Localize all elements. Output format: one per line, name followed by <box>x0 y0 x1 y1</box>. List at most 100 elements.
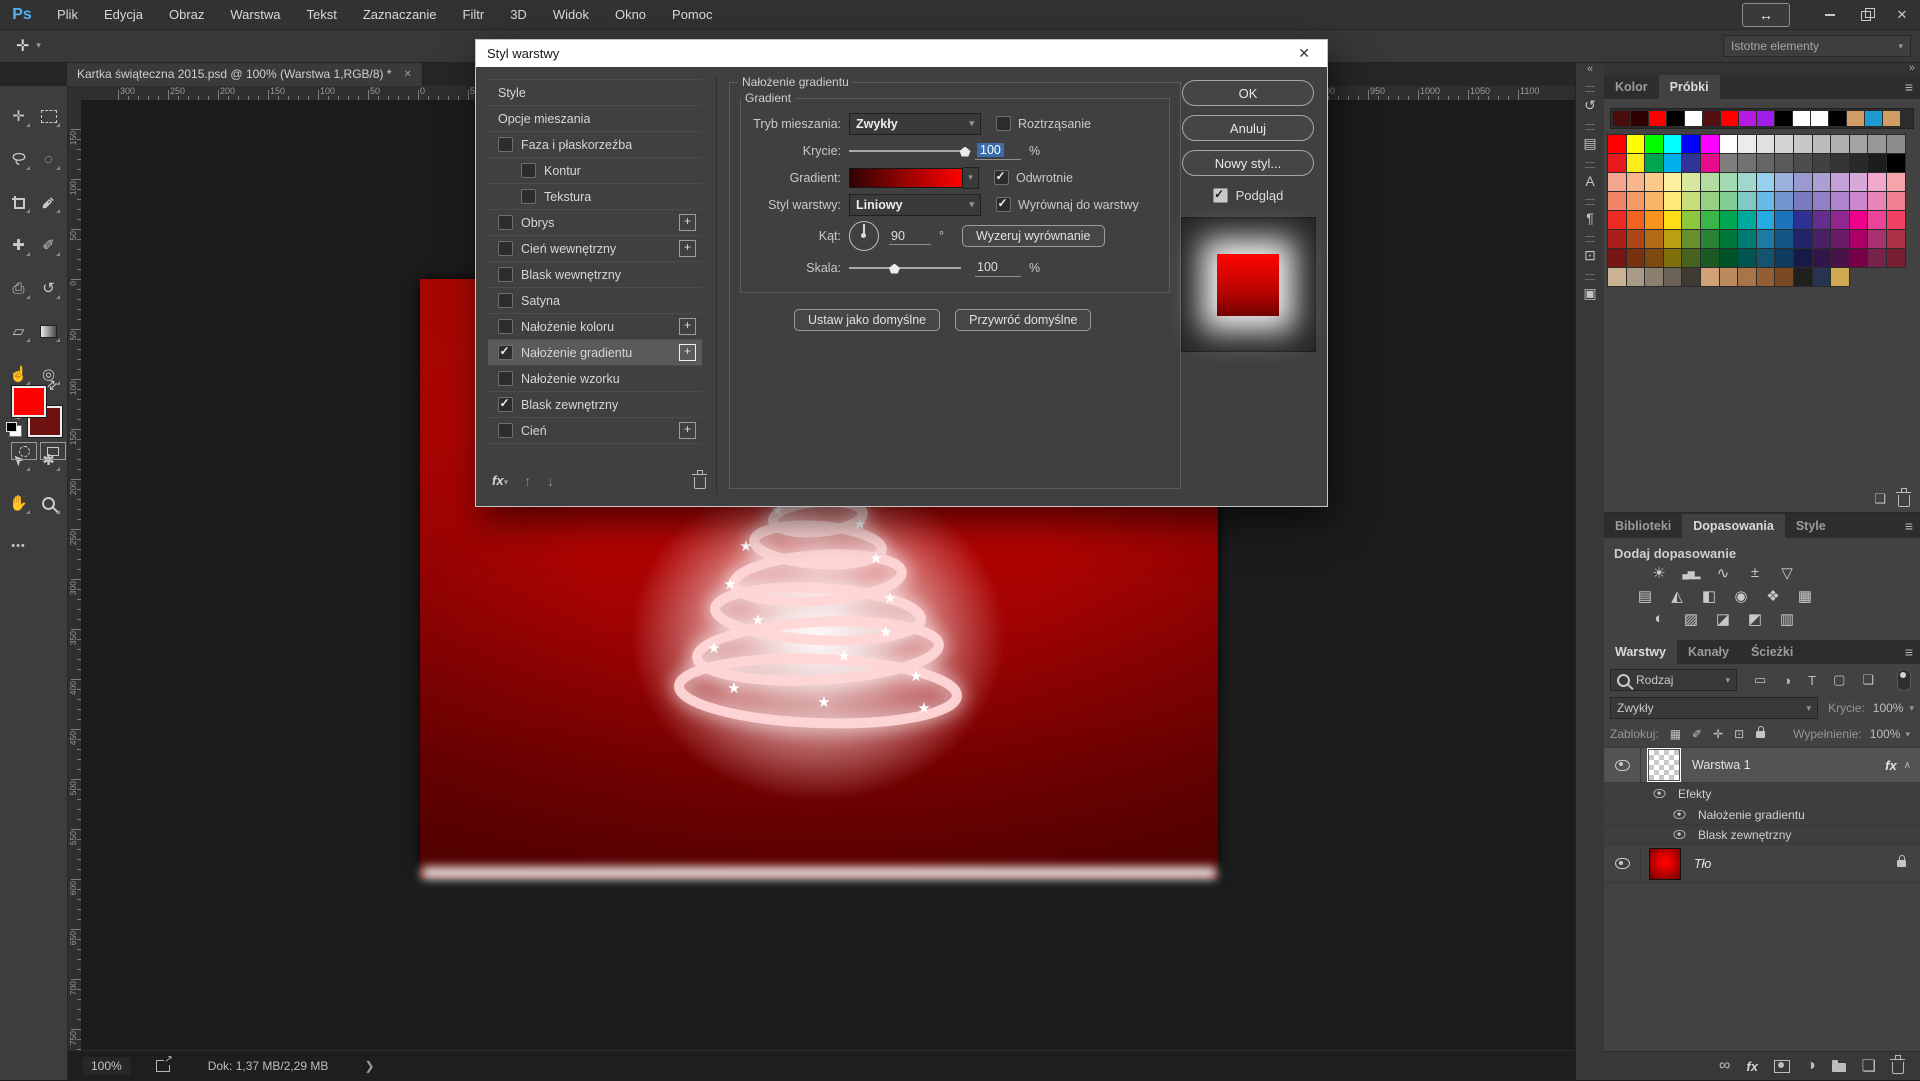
scale-field[interactable]: 100 <box>975 259 1021 277</box>
color-swatch[interactable] <box>1757 249 1775 267</box>
angle-dial[interactable] <box>849 221 879 251</box>
color-swatch[interactable] <box>1850 249 1868 267</box>
zoom-level-field[interactable]: 100% <box>83 1057 130 1075</box>
color-swatch[interactable] <box>1757 230 1775 248</box>
filter-smart-object-icon[interactable]: ❏ <box>1862 672 1874 688</box>
style-item-nalozenie-wzorku[interactable]: Nałożenie wzorku <box>488 366 702 392</box>
tab-warstwy[interactable]: Warstwy <box>1604 640 1677 664</box>
new-swatch-icon[interactable]: ❏ <box>1874 491 1886 507</box>
tab-probki[interactable]: Próbki <box>1659 75 1720 99</box>
color-swatch[interactable] <box>1608 230 1626 248</box>
style-item-faza-i-plaskorzezba[interactable]: Faza i płaskorzeźba <box>488 132 702 158</box>
color-swatch[interactable] <box>1887 249 1905 267</box>
lock-transparency-icon[interactable]: ▦ <box>1670 727 1681 741</box>
brightness-contrast-icon[interactable]: ☀ <box>1650 564 1668 582</box>
color-swatch[interactable] <box>1757 192 1775 210</box>
curves-icon[interactable]: ∿ <box>1714 564 1732 582</box>
color-swatch[interactable] <box>1831 249 1849 267</box>
color-swatch[interactable] <box>1850 211 1868 229</box>
color-swatch[interactable] <box>1608 173 1626 191</box>
style-item-nalozenie-koloru[interactable]: Nałożenie koloru+ <box>488 314 702 340</box>
color-swatch[interactable] <box>1887 192 1905 210</box>
color-swatch[interactable] <box>1682 249 1700 267</box>
document-tab[interactable]: Kartka świąteczna 2015.psd @ 100% (Warst… <box>67 62 423 86</box>
color-swatch[interactable] <box>1738 173 1756 191</box>
color-swatch[interactable] <box>1775 192 1793 210</box>
style-item-blask-zewnetrzny[interactable]: Blask zewnętrzny <box>488 392 702 418</box>
color-swatch[interactable] <box>1664 154 1682 172</box>
edit-toolbar[interactable]: ••• <box>4 531 34 561</box>
layer-thumbnail[interactable] <box>1649 750 1679 780</box>
levels-icon[interactable]: ▄▆▂ <box>1682 564 1700 582</box>
color-swatch[interactable] <box>1794 211 1812 229</box>
delete-swatch-icon[interactable] <box>1898 495 1910 507</box>
lock-paint-icon[interactable]: ✐ <box>1692 727 1702 741</box>
workspace-selector[interactable]: Istotne elementy ▾ <box>1723 35 1911 57</box>
color-swatch[interactable] <box>1757 154 1775 172</box>
color-swatch[interactable] <box>1887 230 1905 248</box>
default-colors-icon[interactable] <box>6 422 17 432</box>
new-layer-icon[interactable]: ❏ <box>1862 1056 1876 1076</box>
minimize-button[interactable] <box>1812 0 1848 29</box>
style-item-checkbox[interactable] <box>498 397 513 412</box>
visibility-cell[interactable] <box>1604 748 1641 782</box>
layer-filter-select[interactable]: Rodzaj ▾ <box>1610 669 1737 691</box>
color-swatch[interactable] <box>1813 192 1831 210</box>
color-swatch[interactable] <box>1682 211 1700 229</box>
blend-mode-select[interactable]: Zwykły ▾ <box>1610 697 1818 719</box>
recent-swatch[interactable] <box>1667 111 1684 126</box>
color-swatch[interactable] <box>1794 173 1812 191</box>
fx-menu-icon[interactable]: fx <box>492 473 504 488</box>
new-adjustment-layer-icon[interactable]: ◑ <box>1806 1057 1816 1075</box>
color-swatch[interactable] <box>1682 230 1700 248</box>
expand-panels-icon[interactable]: « <box>1576 62 1604 76</box>
hand-tool[interactable]: ✋ <box>4 488 34 518</box>
layer-row-warstwa-1[interactable]: Warstwa 1fx∧ <box>1604 748 1920 783</box>
filter-shape-layers-icon[interactable]: ▢ <box>1833 672 1845 688</box>
color-swatch[interactable] <box>1813 154 1831 172</box>
color-swatch[interactable] <box>1701 173 1719 191</box>
filter-pixel-layers-icon[interactable]: ▭ <box>1754 672 1766 688</box>
recent-swatch[interactable] <box>1685 111 1702 126</box>
tab-sciezki[interactable]: Ścieżki <box>1740 640 1804 664</box>
color-lookup-icon[interactable]: ▦ <box>1796 587 1814 605</box>
layer-style-icon[interactable]: fx <box>1746 1059 1758 1074</box>
add-effect-icon[interactable]: + <box>679 214 696 231</box>
color-swatch[interactable] <box>1664 249 1682 267</box>
vibrance-icon[interactable]: ▽ <box>1778 564 1796 582</box>
recent-swatch[interactable] <box>1883 111 1900 126</box>
color-swatch[interactable] <box>1608 249 1626 267</box>
add-effect-icon[interactable]: + <box>679 318 696 335</box>
color-swatch[interactable] <box>1794 154 1812 172</box>
restore-button[interactable] <box>1848 0 1884 29</box>
color-swatch[interactable] <box>1757 211 1775 229</box>
color-swatch[interactable] <box>1813 249 1831 267</box>
style-item-tekstura[interactable]: Tekstura <box>488 184 702 210</box>
color-swatch[interactable] <box>1887 173 1905 191</box>
color-swatch[interactable] <box>1775 249 1793 267</box>
exposure-icon[interactable]: ± <box>1746 564 1764 582</box>
color-swatch[interactable] <box>1645 154 1663 172</box>
reverse-checkbox[interactable] <box>994 170 1009 185</box>
color-swatch[interactable] <box>1701 211 1719 229</box>
healing-brush-tool[interactable]: ✚ <box>4 230 34 260</box>
move-effect-up-icon[interactable]: ↑ <box>524 473 531 489</box>
recent-swatch[interactable] <box>1865 111 1882 126</box>
color-swatch[interactable] <box>1608 192 1626 210</box>
color-swatch[interactable] <box>1794 230 1812 248</box>
rectangular-marquee-tool[interactable] <box>34 101 64 131</box>
color-swatch[interactable] <box>1775 230 1793 248</box>
ok-button[interactable]: OK <box>1182 80 1314 106</box>
color-swatch[interactable] <box>1701 154 1719 172</box>
recent-swatch[interactable] <box>1649 111 1666 126</box>
eye-icon[interactable] <box>1674 830 1686 839</box>
color-swatch[interactable] <box>1887 211 1905 229</box>
preview-checkbox[interactable] <box>1213 188 1228 203</box>
menu-tekst[interactable]: Tekst <box>293 0 349 29</box>
color-swatch[interactable] <box>1627 173 1645 191</box>
effect-row-nalozenie-gradientu[interactable]: Nałożenie gradientu <box>1604 805 1920 825</box>
lock-position-icon[interactable]: ✛ <box>1713 727 1723 741</box>
color-swatch[interactable] <box>1645 192 1663 210</box>
color-swatch[interactable] <box>1720 173 1738 191</box>
black-white-icon[interactable]: ◧ <box>1700 587 1718 605</box>
